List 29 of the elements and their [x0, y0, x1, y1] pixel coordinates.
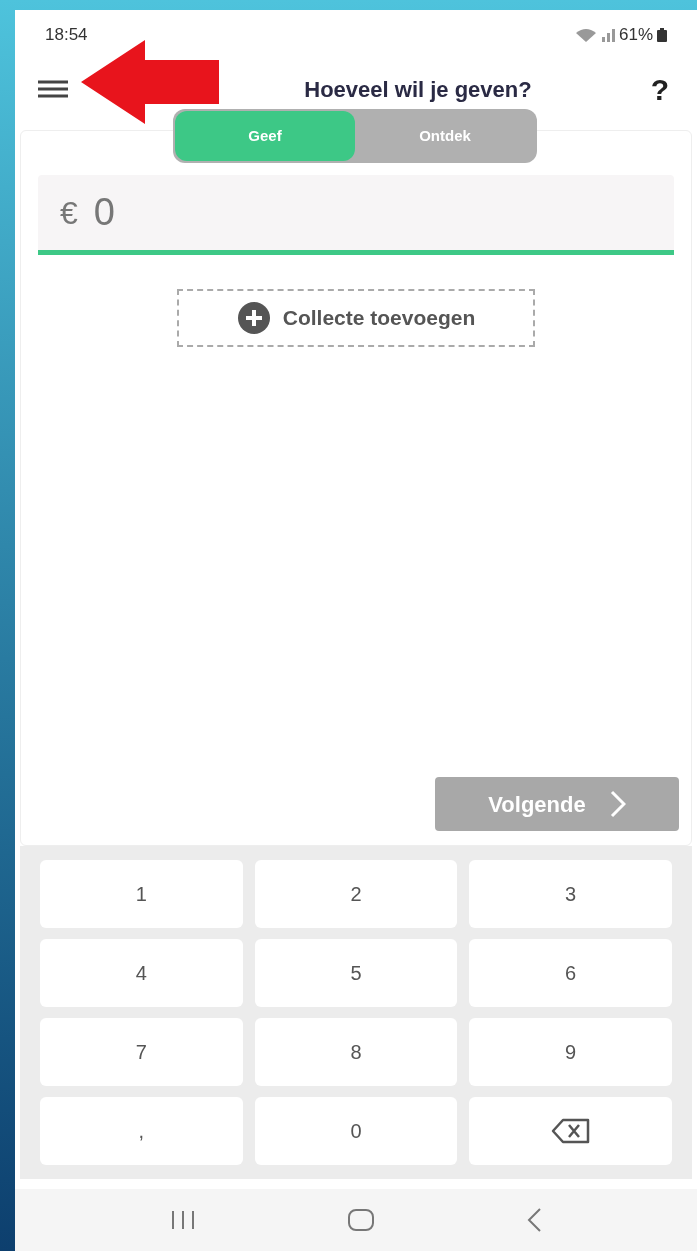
- currency-symbol: €: [60, 193, 78, 233]
- battery-level: 61%: [618, 24, 653, 47]
- keypad-key[interactable]: 9: [469, 1018, 672, 1086]
- amount-field[interactable]: € 0: [38, 175, 674, 255]
- keypad-key[interactable]: 8: [254, 1018, 458, 1086]
- keypad-key[interactable]: 5: [254, 939, 458, 1007]
- recent-apps-icon[interactable]: [170, 1210, 197, 1230]
- keypad-key[interactable]: 0: [254, 1097, 458, 1165]
- amount-value: 0: [93, 190, 115, 235]
- chevron-right-icon: [609, 790, 626, 818]
- home-icon[interactable]: [347, 1208, 375, 1232]
- add-collection-button[interactable]: Collecte toevoegen: [177, 289, 535, 347]
- keypad-key[interactable]: 4: [40, 939, 243, 1007]
- keypad-key[interactable]: 7: [40, 1018, 243, 1086]
- battery-icon: [657, 28, 667, 42]
- page-title: Hoeveel wil je geven?: [303, 75, 533, 104]
- keypad-key[interactable]: 3: [469, 860, 672, 928]
- back-icon[interactable]: [525, 1207, 542, 1233]
- keypad-key[interactable]: 2: [254, 860, 458, 928]
- wifi-icon: [574, 27, 597, 43]
- keypad-key[interactable]: ,: [40, 1097, 243, 1165]
- status-time: 18:54: [45, 24, 88, 47]
- keypad-key[interactable]: 6: [469, 939, 672, 1007]
- backspace-icon: [550, 1118, 591, 1144]
- plus-circle-icon: [236, 301, 271, 335]
- signal-icon: [600, 28, 615, 42]
- menu-icon: [37, 79, 69, 99]
- keypad-key[interactable]: 1: [40, 860, 243, 928]
- help-button[interactable]: ?: [645, 66, 675, 112]
